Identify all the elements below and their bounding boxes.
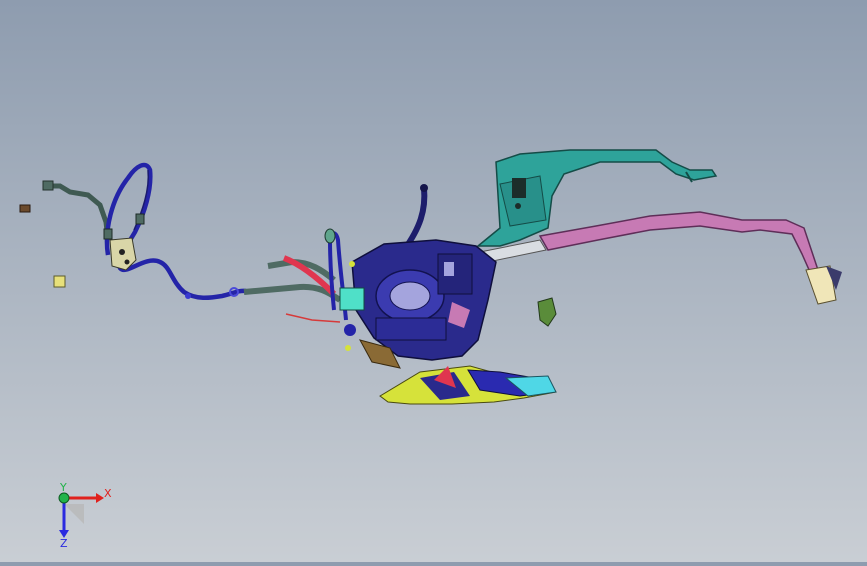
small-clip-part[interactable] xyxy=(19,204,31,213)
y-axis-dot xyxy=(58,492,70,504)
z-axis-label: Z xyxy=(60,537,68,550)
cyan-connector[interactable] xyxy=(339,287,365,311)
3d-viewport[interactable]: X Y Z xyxy=(0,0,867,562)
gray-hose-left[interactable] xyxy=(46,183,111,241)
x-axis-label: X xyxy=(104,487,112,500)
pink-duct[interactable] xyxy=(538,211,819,273)
axis-triad[interactable]: X Y Z xyxy=(44,482,124,552)
blue-hose[interactable] xyxy=(104,162,247,300)
small-bracket-right[interactable] xyxy=(537,297,557,327)
small-connector-part[interactable] xyxy=(53,275,66,288)
assembly-model[interactable] xyxy=(0,0,867,562)
y-axis-label: Y xyxy=(60,481,67,494)
